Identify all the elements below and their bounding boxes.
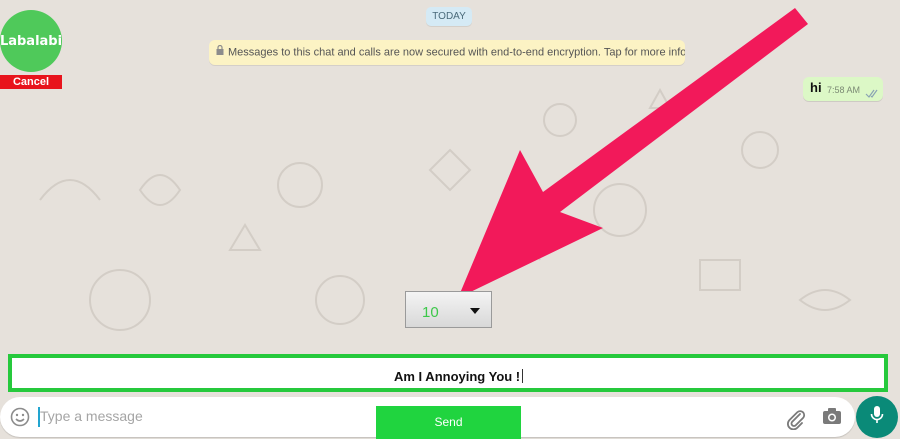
attach-icon[interactable] bbox=[785, 408, 807, 435]
repeat-count-select[interactable]: 10 bbox=[405, 291, 492, 328]
send-button[interactable]: Send bbox=[376, 406, 521, 439]
spam-message-value: Am I Annoying You ! bbox=[394, 369, 524, 384]
chevron-down-icon bbox=[470, 308, 480, 314]
mic-button[interactable] bbox=[856, 396, 898, 438]
repeat-count-value: 10 bbox=[422, 304, 439, 321]
camera-icon[interactable] bbox=[822, 407, 842, 430]
emoji-icon[interactable] bbox=[10, 407, 30, 432]
text-cursor bbox=[522, 369, 524, 383]
mic-icon bbox=[870, 405, 884, 430]
message-input[interactable]: Type a message bbox=[40, 408, 143, 424]
spam-message-text: Am I Annoying You ! bbox=[394, 369, 521, 384]
spam-message-input[interactable]: Am I Annoying You ! bbox=[8, 354, 888, 392]
